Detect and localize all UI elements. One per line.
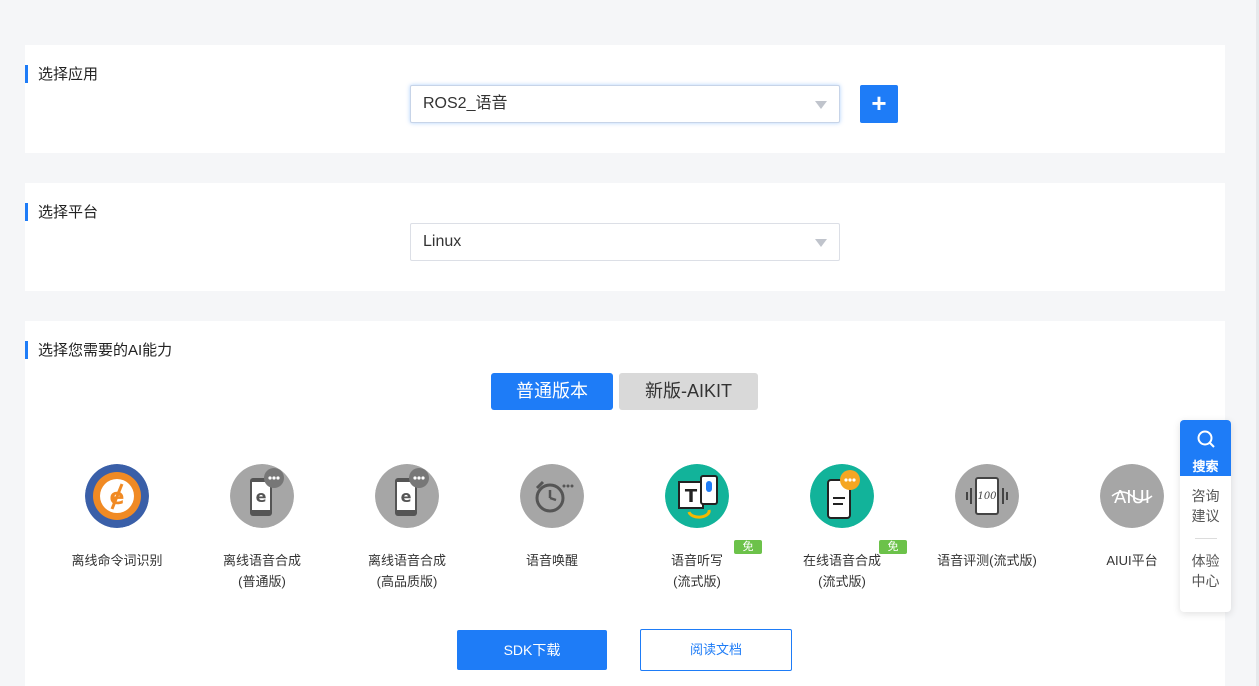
capability-label: AIUI平台	[1106, 553, 1158, 568]
version-tabs: 普通版本 新版-AIKIT	[491, 373, 758, 410]
app-section-title: 选择应用	[25, 65, 98, 85]
capability-online-tts[interactable]: 在线语音合成 (流式版) 免费	[777, 464, 907, 592]
svg-text:100: 100	[977, 491, 997, 502]
float-panel: 搜索 咨询 建议 体验 中心	[1180, 420, 1231, 612]
svg-text:AIUI: AIUI	[1114, 487, 1150, 508]
ability-section-title: 选择您需要的AI能力	[25, 341, 172, 361]
capability-label: 语音唤醒	[525, 553, 578, 568]
offline-command-icon: e	[85, 464, 149, 528]
search-label: 搜索	[1192, 459, 1219, 474]
platform-select-value: Linux	[423, 233, 462, 250]
tab-aikit[interactable]: 新版-AIKIT	[619, 373, 758, 410]
svg-text:e: e	[256, 487, 267, 506]
consult-button[interactable]: 咨询 建议	[1180, 476, 1231, 536]
tab-standard[interactable]: 普通版本	[491, 373, 613, 410]
capability-offline-tts-standard[interactable]: e 离线语音合成 (普通版)	[197, 464, 327, 592]
search-button[interactable]: 搜索	[1180, 420, 1231, 476]
evaluation-icon: 100	[955, 464, 1019, 528]
dictation-icon: T	[665, 464, 729, 528]
capability-dictation[interactable]: T 语音听写 (流式版) 免费	[632, 464, 762, 592]
app-select[interactable]: ROS2_语音	[410, 85, 840, 123]
platform-section-title: 选择平台	[25, 203, 98, 223]
app-select-value: ROS2_语音	[423, 95, 508, 112]
capability-label: 语音评测(流式版)	[937, 553, 1037, 568]
sdk-download-button[interactable]: SDK下载	[457, 630, 607, 670]
platform-select[interactable]: Linux	[410, 223, 840, 261]
offline-tts-hq-icon: e	[375, 464, 439, 528]
capability-label: 离线命令词识别	[71, 553, 163, 568]
platform-card: 选择平台 Linux	[25, 183, 1225, 291]
divider	[1194, 538, 1217, 539]
capability-label: 离线语音合成 (普通版)	[222, 553, 301, 589]
offline-tts-icon: e	[230, 464, 294, 528]
app-card: 选择应用 ROS2_语音 +	[25, 45, 1225, 153]
capability-offline-command[interactable]: e 离线命令词识别	[52, 464, 182, 571]
search-icon	[1197, 430, 1215, 448]
online-tts-icon	[810, 464, 874, 528]
ability-card: 选择您需要的AI能力 普通版本 新版-AIKIT e 离线命令词识别 e 离线语…	[25, 321, 1225, 686]
aiui-icon: AIUI	[1100, 464, 1164, 528]
experience-center-button[interactable]: 体验 中心	[1180, 541, 1231, 601]
svg-text:e: e	[401, 487, 412, 506]
read-docs-button[interactable]: 阅读文档	[640, 629, 792, 671]
capability-wakeup[interactable]: 语音唤醒	[487, 464, 617, 571]
add-app-button[interactable]: +	[860, 85, 898, 123]
free-badge: 免费	[879, 540, 907, 567]
capability-label: 离线语音合成 (高品质版)	[367, 553, 446, 589]
capability-evaluation[interactable]: 100 语音评测(流式版)	[922, 464, 1052, 571]
free-badge: 免费	[734, 540, 762, 567]
capability-aiui[interactable]: AIUI AIUI平台	[1067, 464, 1197, 571]
chevron-down-icon	[815, 239, 827, 247]
capability-offline-tts-hq[interactable]: e 离线语音合成 (高品质版)	[342, 464, 472, 592]
chevron-down-icon	[815, 101, 827, 109]
svg-text:T: T	[685, 486, 698, 507]
alarm-clock-icon	[520, 464, 584, 528]
